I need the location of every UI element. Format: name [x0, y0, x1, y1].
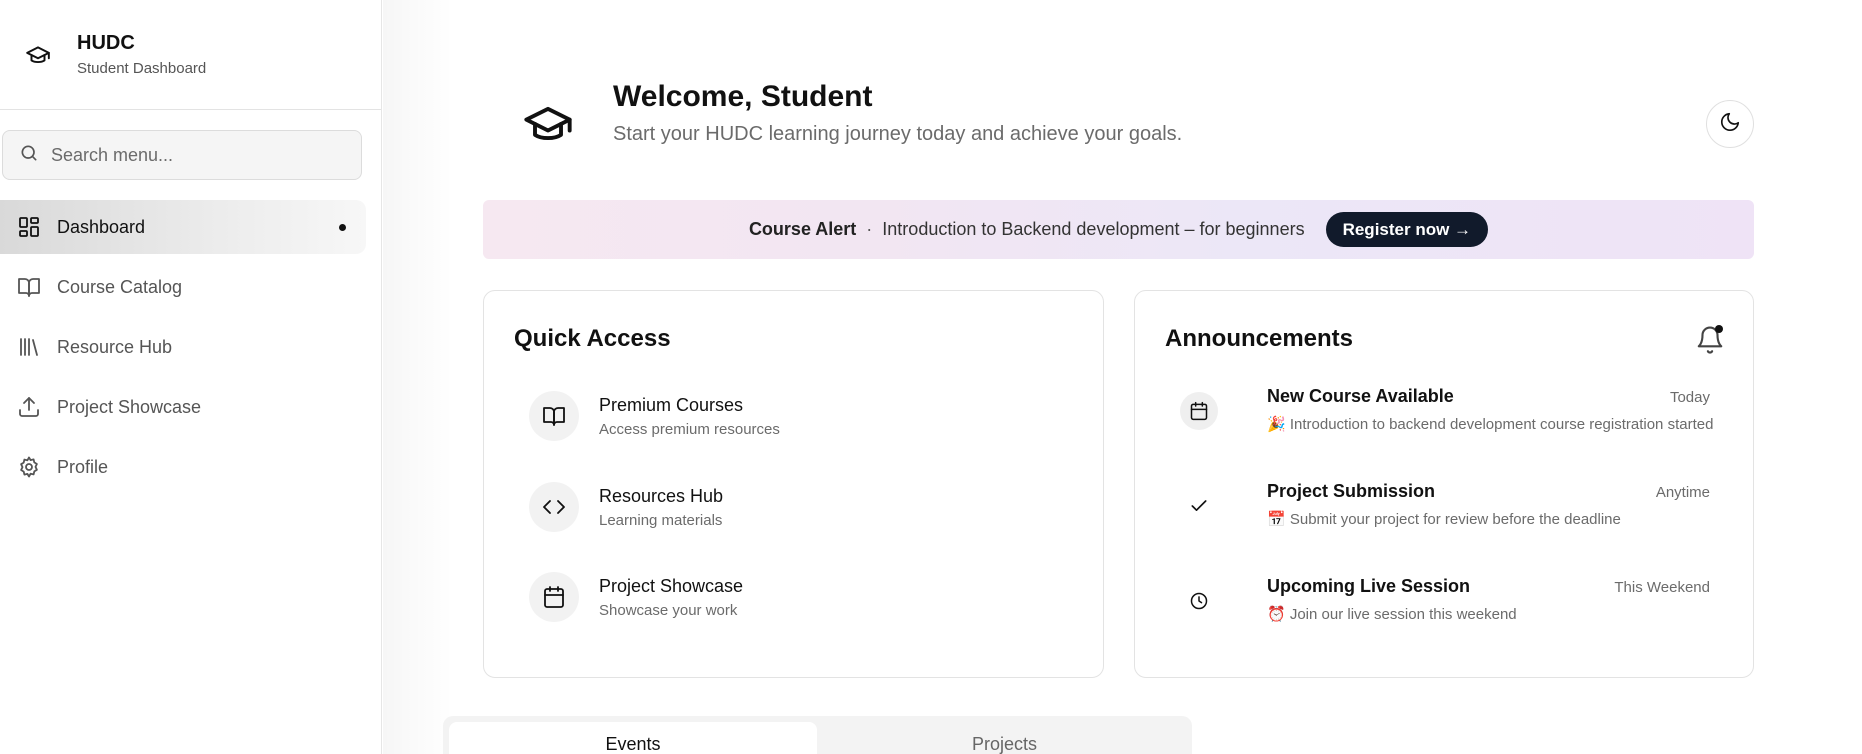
content-tabs: Events Projects: [443, 716, 1192, 754]
quick-access-card: Quick Access Premium Courses Access prem…: [483, 290, 1104, 678]
sidebar-item-label: Profile: [57, 456, 109, 477]
alert-separator: ·: [866, 219, 873, 239]
main-edge-shadow: [383, 0, 453, 754]
sidebar-item-resource-hub[interactable]: Resource Hub: [0, 320, 366, 374]
quick-access-item-title: Project Showcase: [599, 575, 744, 596]
page-title: Welcome, Student: [613, 80, 873, 113]
quick-access-item-subtitle: Showcase your work: [599, 601, 738, 619]
announcement-title: Upcoming Live Session: [1267, 576, 1471, 596]
gear-icon: [16, 454, 42, 480]
brand-title: HUDC: [77, 32, 135, 54]
announcement-desc: 🎉 Introduction to backend development co…: [1267, 416, 1714, 433]
sidebar-item-profile[interactable]: Profile: [0, 440, 366, 494]
theme-toggle-button[interactable]: [1706, 100, 1754, 148]
sidebar-item-label: Project Showcase: [57, 396, 202, 417]
announcement-time: This Weekend: [1614, 579, 1710, 596]
course-alert-banner: Course Alert · Introduction to Backend d…: [483, 200, 1754, 259]
announcements-title: Announcements: [1165, 325, 1354, 352]
sidebar-item-label: Dashboard: [57, 216, 146, 237]
announcement-title: Project Submission: [1267, 481, 1436, 501]
alert-text: Introduction to Backend development – fo…: [882, 219, 1305, 239]
graduation-cap-icon: [24, 41, 52, 69]
announcement-time: Anytime: [1655, 484, 1710, 501]
register-now-button[interactable]: Register now →: [1325, 212, 1489, 247]
dashboard-grid-icon: [16, 214, 42, 240]
quick-access-item-subtitle: Access premium resources: [599, 420, 780, 438]
book-open-icon: [529, 391, 579, 441]
bell-icon[interactable]: [1695, 325, 1725, 355]
search-icon: [19, 143, 39, 168]
announcements-card: Announcements New Course Available Today…: [1134, 290, 1754, 678]
active-indicator-dot: [339, 224, 346, 231]
quick-access-item-premium-courses[interactable]: Premium Courses Access premium resources: [529, 391, 780, 441]
graduation-cap-icon: [520, 98, 576, 150]
quick-access-item-title: Resources Hub: [599, 485, 724, 506]
calendar-icon: [529, 572, 579, 622]
quick-access-item-title: Premium Courses: [599, 394, 744, 415]
book-open-icon: [16, 274, 42, 300]
sidebar: HUDC Student Dashboard Dashboard Course …: [0, 0, 382, 754]
announcement-time: Today: [1669, 389, 1710, 406]
search-input[interactable]: [51, 144, 341, 166]
upload-icon: [16, 394, 42, 420]
quick-access-item-subtitle: Learning materials: [599, 511, 723, 529]
moon-icon: [1719, 111, 1741, 138]
announcement-desc: 📅 Submit your project for review before …: [1267, 511, 1621, 528]
search-box[interactable]: [2, 130, 362, 180]
library-icon: [16, 334, 42, 360]
brand: HUDC Student Dashboard: [0, 0, 381, 110]
announcement-title: New Course Available: [1267, 386, 1454, 406]
sidebar-item-label: Resource Hub: [57, 336, 173, 357]
clock-icon: [1180, 582, 1218, 620]
sidebar-item-project-showcase[interactable]: Project Showcase: [0, 380, 366, 434]
alert-label: Course Alert: [748, 219, 857, 239]
notification-dot: [1715, 325, 1723, 333]
check-icon: [1180, 487, 1218, 525]
tab-events[interactable]: Events: [449, 722, 817, 754]
quick-access-item-resources-hub[interactable]: Resources Hub Learning materials: [529, 482, 723, 532]
brand-subtitle: Student Dashboard: [77, 60, 207, 77]
code-icon: [529, 482, 579, 532]
quick-access-title: Quick Access: [514, 325, 671, 352]
sidebar-item-label: Course Catalog: [57, 276, 183, 297]
page-subtitle: Start your HUDC learning journey today a…: [613, 123, 1183, 145]
sidebar-item-dashboard[interactable]: Dashboard: [0, 200, 366, 254]
tab-projects[interactable]: Projects: [823, 722, 1186, 754]
announcement-desc: ⏰ Join our live session this weekend: [1267, 606, 1517, 623]
calendar-icon: [1180, 392, 1218, 430]
sidebar-item-course-catalog[interactable]: Course Catalog: [0, 260, 366, 314]
sidebar-nav: Dashboard Course Catalog Resource Hub Pr…: [0, 200, 366, 500]
quick-access-item-project-showcase[interactable]: Project Showcase Showcase your work: [529, 572, 743, 622]
